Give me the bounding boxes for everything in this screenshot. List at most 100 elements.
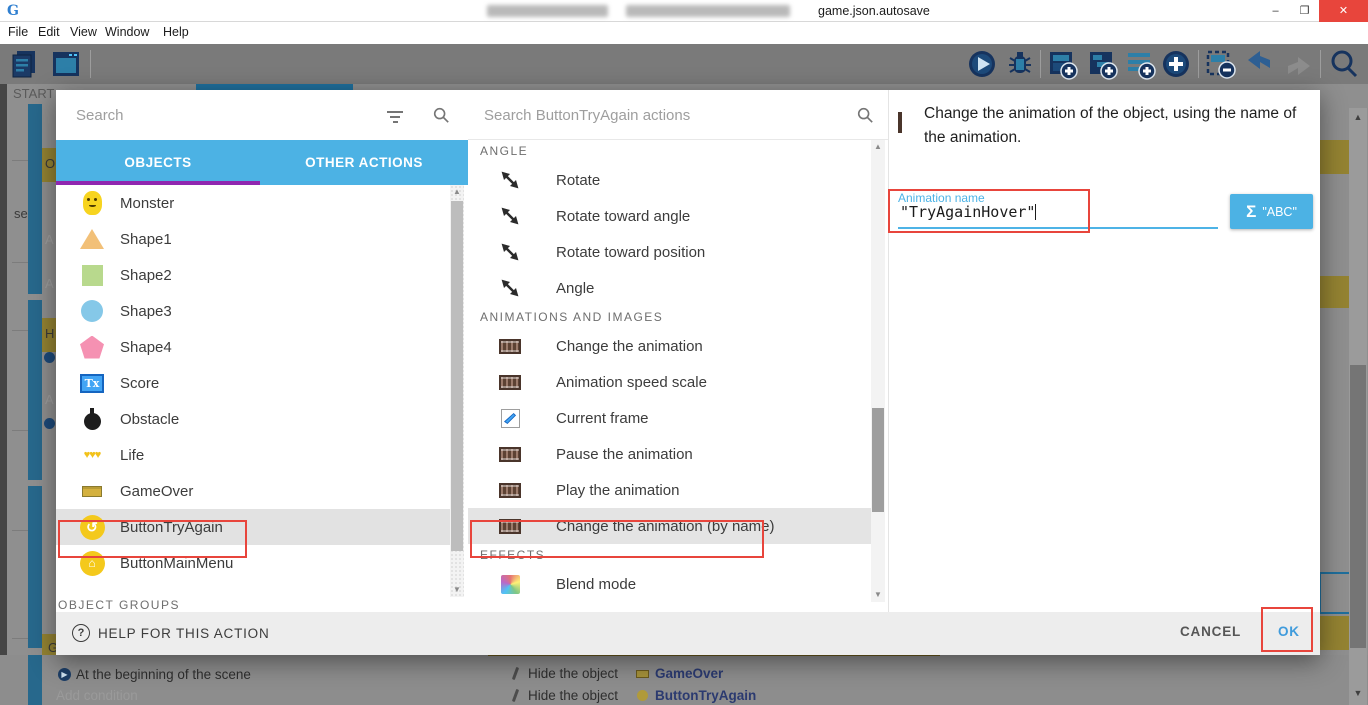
object-groups-header: OBJECT GROUPS bbox=[58, 598, 180, 612]
film-strip-icon bbox=[898, 114, 902, 132]
debug-icon[interactable] bbox=[1004, 48, 1036, 80]
menu-edit[interactable]: Edit bbox=[38, 25, 60, 39]
blurred-title-segment bbox=[626, 5, 790, 17]
object-row-shape4[interactable]: Shape4 bbox=[56, 329, 450, 365]
hide-action-object[interactable]: ButtonTryAgain bbox=[655, 688, 756, 703]
menu-file[interactable]: File bbox=[8, 25, 28, 39]
filter-icon[interactable] bbox=[386, 108, 404, 122]
remove-event-icon[interactable] bbox=[1204, 48, 1236, 80]
redo-icon[interactable] bbox=[1282, 48, 1314, 80]
frame-document-icon bbox=[498, 406, 522, 430]
play-preview-icon[interactable] bbox=[966, 48, 998, 80]
objects-search-bar bbox=[56, 90, 468, 140]
help-for-this-action-link[interactable]: HELP FOR THIS ACTION bbox=[98, 626, 270, 641]
menu-help[interactable]: Help bbox=[163, 25, 189, 39]
film-strip-icon bbox=[498, 334, 522, 358]
add-condition-link[interactable]: Add condition bbox=[56, 688, 138, 703]
section-angle: ANGLE bbox=[480, 144, 528, 158]
begin-scene-condition[interactable]: At the beginning of the scene bbox=[76, 667, 251, 682]
scrollbar-down-arrow[interactable]: ▼ bbox=[871, 590, 885, 599]
event-indent-bar bbox=[28, 300, 42, 480]
scene-editor-icon[interactable] bbox=[50, 48, 82, 80]
action-row-play-animation[interactable]: Play the animation bbox=[468, 472, 871, 508]
maximize-button[interactable]: ❐ bbox=[1290, 0, 1319, 22]
selected-action-fragment bbox=[1320, 616, 1352, 650]
project-manager-icon[interactable] bbox=[10, 48, 42, 80]
film-strip-icon bbox=[498, 370, 522, 394]
object-row-life[interactable]: ♥♥♥ Life bbox=[56, 437, 450, 473]
film-strip-icon bbox=[498, 478, 522, 502]
event-connector bbox=[12, 330, 28, 331]
actions-search-input[interactable] bbox=[484, 102, 814, 128]
event-object-icon bbox=[44, 352, 55, 363]
event-connector bbox=[12, 638, 28, 639]
scrollbar-up-arrow[interactable]: ▲ bbox=[1352, 112, 1364, 122]
event-connector bbox=[12, 262, 28, 263]
tab-objects[interactable]: OBJECTS bbox=[56, 140, 260, 185]
scrollbar-down-arrow[interactable]: ▼ bbox=[1352, 688, 1364, 698]
objects-list: Monster Shape1 Shape2 Shape3 Shape4 Tx S… bbox=[56, 185, 450, 597]
action-row-current-frame[interactable]: Current frame bbox=[468, 400, 871, 436]
bomb-icon bbox=[78, 405, 106, 433]
action-row-rotate[interactable]: Rotate bbox=[468, 162, 871, 198]
objects-search-input[interactable] bbox=[76, 102, 376, 128]
scrollbar-thumb[interactable] bbox=[872, 408, 884, 512]
ok-button[interactable]: OK bbox=[1278, 624, 1300, 639]
home-button-icon: ⌂ bbox=[78, 549, 106, 577]
object-row-obstacle[interactable]: Obstacle bbox=[56, 401, 450, 437]
scrollbar-thumb[interactable] bbox=[451, 201, 463, 551]
blend-mode-icon bbox=[498, 572, 522, 596]
menu-window[interactable]: Window bbox=[105, 25, 149, 39]
rotate-icon bbox=[498, 276, 522, 300]
blurred-title-segment bbox=[487, 5, 608, 17]
actions-list-scrollbar[interactable]: ▲ ▼ bbox=[871, 140, 885, 602]
scene-tab-start[interactable]: START bbox=[13, 86, 54, 101]
rotate-icon bbox=[498, 240, 522, 264]
add-sub-event-icon[interactable] bbox=[1086, 48, 1118, 80]
close-button[interactable]: ✕ bbox=[1319, 0, 1368, 22]
object-row-shape3[interactable]: Shape3 bbox=[56, 293, 450, 329]
monster-icon bbox=[78, 189, 106, 217]
scrollbar-up-arrow[interactable]: ▲ bbox=[871, 142, 885, 151]
object-row-buttonmainmenu[interactable]: ⌂ ButtonMainMenu bbox=[56, 545, 450, 581]
add-event-icon[interactable] bbox=[1046, 48, 1078, 80]
action-row-blend-mode[interactable]: Blend mode bbox=[468, 566, 871, 602]
expression-editor-button[interactable]: Σ "ABC" bbox=[1230, 194, 1313, 229]
begin-scene-icon: ▶ bbox=[58, 668, 71, 681]
object-row-shape1[interactable]: Shape1 bbox=[56, 221, 450, 257]
action-row-change-animation-by-name[interactable]: Change the animation (by name) bbox=[468, 508, 871, 544]
object-row-buttontryagain[interactable]: ↺ ButtonTryAgain bbox=[56, 509, 450, 545]
cancel-button[interactable]: CANCEL bbox=[1180, 624, 1241, 639]
event-text-fragment: se bbox=[14, 206, 28, 221]
event-text-fragment: H bbox=[45, 326, 54, 341]
hide-action-icon bbox=[512, 667, 519, 680]
scrollbar-up-arrow[interactable]: ▲ bbox=[450, 187, 464, 196]
hide-action-object[interactable]: GameOver bbox=[655, 666, 723, 681]
add-comment-icon[interactable] bbox=[1124, 48, 1156, 80]
action-row-pause-animation[interactable]: Pause the animation bbox=[468, 436, 871, 472]
object-row-shape2[interactable]: Shape2 bbox=[56, 257, 450, 293]
hide-action-text[interactable]: Hide the object bbox=[528, 688, 618, 703]
object-row-score[interactable]: Tx Score bbox=[56, 365, 450, 401]
film-strip-icon bbox=[498, 442, 522, 466]
action-row-animation-speed[interactable]: Animation speed scale bbox=[468, 364, 871, 400]
minimize-button[interactable]: – bbox=[1261, 0, 1290, 22]
event-sheet-left-scrollbar[interactable] bbox=[0, 84, 7, 705]
action-row-rotate-toward-angle[interactable]: Rotate toward angle bbox=[468, 198, 871, 234]
scrollbar-thumb[interactable] bbox=[1350, 365, 1366, 648]
action-row-angle[interactable]: Angle bbox=[468, 270, 871, 306]
scrollbar-down-arrow[interactable]: ▼ bbox=[450, 585, 464, 594]
undo-icon[interactable] bbox=[1244, 48, 1276, 80]
menu-view[interactable]: View bbox=[70, 25, 97, 39]
objects-list-scrollbar[interactable]: ▲ ▼ bbox=[450, 185, 464, 597]
animation-name-input[interactable]: "TryAgainHover" bbox=[900, 203, 1036, 221]
action-row-rotate-toward-position[interactable]: Rotate toward position bbox=[468, 234, 871, 270]
hide-action-text[interactable]: Hide the object bbox=[528, 666, 618, 681]
hearts-icon: ♥♥♥ bbox=[78, 441, 106, 469]
object-row-monster[interactable]: Monster bbox=[56, 185, 450, 221]
object-row-gameover[interactable]: GameOver bbox=[56, 473, 450, 509]
toolbar-search-icon[interactable] bbox=[1328, 48, 1360, 80]
action-row-change-animation[interactable]: Change the animation bbox=[468, 328, 871, 364]
tab-other-actions[interactable]: OTHER ACTIONS bbox=[260, 140, 468, 185]
add-circle-icon[interactable] bbox=[1160, 48, 1192, 80]
